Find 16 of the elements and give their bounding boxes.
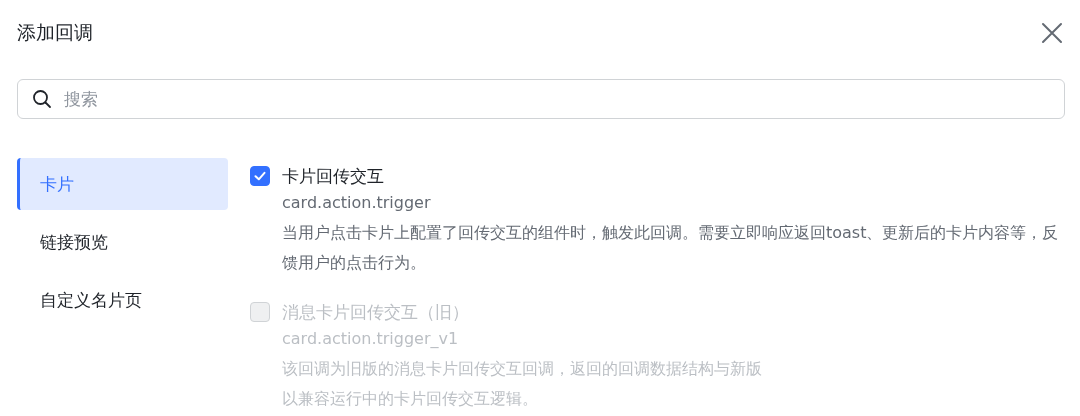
- close-icon: [1041, 22, 1063, 44]
- close-button[interactable]: [1039, 20, 1065, 46]
- sidebar-item[interactable]: 链接预览: [17, 216, 228, 268]
- sidebar-item[interactable]: 卡片: [17, 158, 228, 210]
- callback-title: 消息卡片回传交互（旧）: [282, 301, 470, 324]
- callback-code: card.action.trigger: [282, 192, 432, 214]
- check-icon: [253, 169, 267, 183]
- dialog-title: 添加回调: [17, 20, 93, 45]
- callback-title: 卡片回传交互: [282, 165, 385, 188]
- search-field[interactable]: 搜索: [17, 79, 1065, 119]
- callback-description: 当用户点击卡片上配置了回传交互的组件时，触发此回调。需要立即响应返回toast、更新后的卡片内容等，反馈用户的点击行为。: [282, 222, 1060, 274]
- checkbox[interactable]: [250, 166, 270, 186]
- callback-code: card.action.trigger_v1: [282, 328, 460, 350]
- search-icon: [32, 89, 52, 109]
- sidebar-item[interactable]: 自定义名片页: [17, 274, 228, 326]
- callback-description: 该回调为旧版的消息卡片回传交互回调，返回的回调数据结构与新版 以兼容运行中的卡片回传交互逻辑。: [282, 358, 762, 410]
